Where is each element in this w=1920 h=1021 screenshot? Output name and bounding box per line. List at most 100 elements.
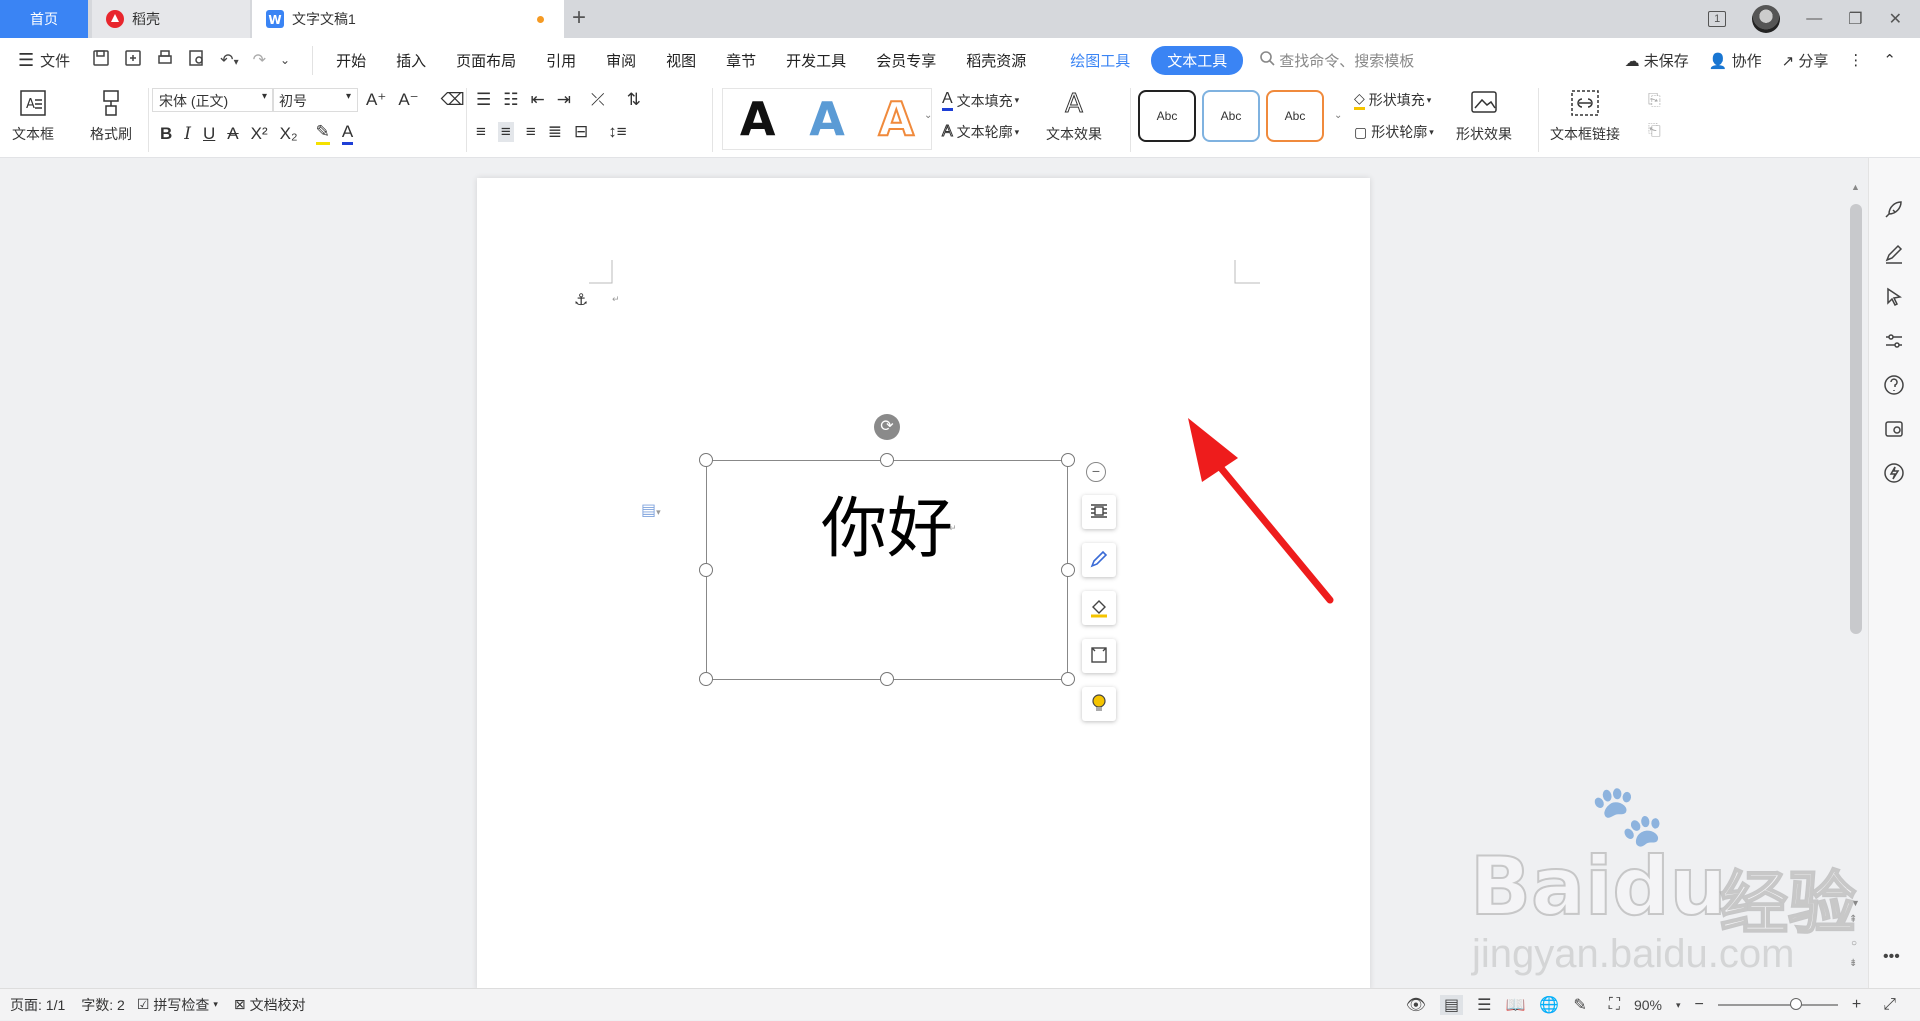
fit-page-icon[interactable]: ⛶	[1609, 996, 1620, 1014]
italic-icon[interactable]: I	[184, 124, 191, 144]
web-view-icon[interactable]: 🌐	[1539, 995, 1559, 1015]
shape-style-orange[interactable]: Abc	[1266, 90, 1324, 142]
outline-button[interactable]	[1082, 639, 1116, 673]
scroll-up-icon[interactable]: ▲	[1851, 182, 1860, 192]
font-size-select[interactable]: 初号 ▾	[272, 88, 358, 112]
line-spacing-icon[interactable]: ↕≡	[608, 122, 626, 142]
superscript-icon[interactable]: X²	[251, 124, 268, 144]
subscript-icon[interactable]: X₂	[280, 124, 298, 144]
smart-tips-button[interactable]	[1082, 687, 1116, 721]
link-break-icon[interactable]: ⎗	[1648, 122, 1661, 140]
edit-icon[interactable]	[1883, 242, 1907, 266]
shape-gallery-more-icon[interactable]: ⌄	[1334, 110, 1342, 121]
anchor-icon[interactable]: ⚓	[574, 290, 588, 310]
print-preview-icon[interactable]	[188, 49, 206, 72]
strikethrough-icon[interactable]: A	[227, 124, 238, 144]
proofread-button[interactable]: ⊠ 文档校对	[234, 995, 306, 1015]
justify-icon[interactable]: ≣	[548, 122, 562, 142]
menu-start[interactable]: 开始	[321, 50, 381, 71]
decrease-indent-icon[interactable]: ⇤	[531, 90, 545, 110]
resize-handle-left[interactable]	[699, 563, 713, 577]
shape-style-black[interactable]: Abc	[1138, 90, 1196, 142]
sort-icon[interactable]: ⇅	[627, 90, 641, 110]
collapse-ribbon-icon[interactable]: ⌃	[1883, 51, 1896, 69]
art-style-orange-outline[interactable]: A	[878, 91, 916, 147]
rocket-icon[interactable]	[1883, 198, 1907, 222]
resize-handle-bottom-right[interactable]	[1061, 672, 1075, 686]
align-left-icon[interactable]: ≡	[476, 122, 486, 142]
settings-sliders-icon[interactable]	[1883, 330, 1907, 354]
fullscreen-icon[interactable]: ⤢	[1883, 996, 1896, 1014]
edit-shape-button[interactable]	[1082, 543, 1116, 577]
more-quick-icon[interactable]: ⌄	[280, 53, 290, 67]
font-name-select[interactable]: 宋体 (正文) ▾	[152, 88, 274, 112]
sidebar-more-icon[interactable]: •••	[1883, 948, 1907, 972]
eye-protect-icon[interactable]: 👁	[1406, 995, 1426, 1015]
text-effect-button[interactable]: A 文本效果	[1046, 88, 1102, 144]
increase-indent-icon[interactable]: ⇥	[557, 90, 571, 110]
help-icon[interactable]	[1883, 374, 1907, 398]
menu-drawing-tools[interactable]: 绘图工具	[1055, 50, 1145, 71]
next-page-icon[interactable]: ⇟	[1849, 958, 1857, 969]
print-icon[interactable]	[156, 49, 174, 72]
highlight-icon[interactable]: ✎	[315, 122, 330, 145]
user-avatar[interactable]	[1752, 5, 1781, 33]
resize-handle-right[interactable]	[1061, 563, 1075, 577]
spell-check-button[interactable]: ☑ 拼写检查 ▾	[137, 995, 218, 1015]
font-color-icon[interactable]: A	[341, 122, 354, 145]
save-icon[interactable]	[92, 49, 110, 72]
zoom-in-icon[interactable]: +	[1852, 996, 1861, 1014]
tab-daoke[interactable]: 稻壳	[92, 0, 250, 38]
menu-member[interactable]: 会员专享	[861, 50, 951, 71]
layout-options-icon[interactable]: ▤▾	[641, 500, 661, 520]
fill-button[interactable]	[1082, 591, 1116, 625]
command-search[interactable]: 查找命令、搜索模板	[1259, 50, 1414, 71]
outline-view-icon[interactable]: ☰	[1477, 995, 1491, 1015]
page-view-icon[interactable]: ▤	[1440, 995, 1464, 1015]
menu-review[interactable]: 审阅	[591, 50, 651, 71]
resize-handle-top[interactable]	[880, 453, 894, 467]
tab-document[interactable]: W 文字文稿1	[252, 0, 564, 38]
format-painter-button[interactable]: 格式刷	[90, 88, 132, 144]
bullet-list-icon[interactable]: ☰	[476, 90, 491, 110]
menu-daoke-resources[interactable]: 稻壳资源	[951, 50, 1041, 71]
link-create-icon[interactable]: ⎘	[1648, 92, 1661, 110]
clear-format-icon[interactable]: ⌫	[441, 90, 465, 110]
shrink-font-icon[interactable]: A⁻	[398, 90, 418, 110]
tab-home[interactable]: 首页	[0, 0, 88, 38]
menu-insert[interactable]: 插入	[381, 50, 441, 71]
text-outline-button[interactable]: A 文本轮廓 ▾	[942, 122, 1020, 142]
underline-icon[interactable]: U	[203, 124, 215, 144]
file-menu[interactable]: ☰ 文件	[18, 50, 70, 71]
gallery-more-icon[interactable]: ⌄	[924, 110, 932, 121]
bold-icon[interactable]: B	[160, 124, 172, 144]
redo-icon[interactable]: ↷	[253, 50, 266, 70]
select-cursor-icon[interactable]	[1883, 286, 1907, 310]
shape-outline-button[interactable]: ▢ 形状轮廓 ▾	[1354, 122, 1434, 142]
menu-page-layout[interactable]: 页面布局	[441, 50, 531, 71]
image-tool-icon[interactable]	[1883, 418, 1907, 442]
scroll-thumb[interactable]	[1850, 204, 1862, 634]
collab-button[interactable]: 👤 协作	[1709, 50, 1762, 71]
page-count-icon[interactable]: 1	[1708, 11, 1727, 27]
restore-icon[interactable]: ❐	[1848, 9, 1862, 29]
align-center-icon[interactable]: ≡	[497, 122, 514, 142]
new-tab-button[interactable]: +	[572, 6, 586, 30]
word-count[interactable]: 字数: 2	[81, 995, 125, 1015]
art-style-blue[interactable]: A	[809, 92, 845, 146]
resize-handle-bottom-left[interactable]	[699, 672, 713, 686]
menu-view[interactable]: 视图	[651, 50, 711, 71]
menu-text-tools[interactable]: 文本工具	[1151, 45, 1244, 75]
grow-font-icon[interactable]: A⁺	[366, 90, 386, 110]
more-menu-icon[interactable]: ⋮	[1848, 51, 1863, 69]
distribute-icon[interactable]: ⊟	[574, 122, 588, 142]
lightning-icon[interactable]	[1883, 462, 1907, 486]
share-button[interactable]: ↗ 分享	[1782, 50, 1829, 71]
zoom-out-icon[interactable]: −	[1695, 996, 1704, 1014]
text-direction-icon[interactable]: ⤫	[591, 90, 605, 110]
page-indicator[interactable]: 页面: 1/1	[10, 995, 65, 1015]
resize-handle-bottom[interactable]	[880, 672, 894, 686]
unsaved-button[interactable]: ☁ 未保存	[1625, 50, 1689, 71]
menu-reference[interactable]: 引用	[531, 50, 591, 71]
text-fill-button[interactable]: A 文本填充 ▾	[942, 90, 1019, 111]
